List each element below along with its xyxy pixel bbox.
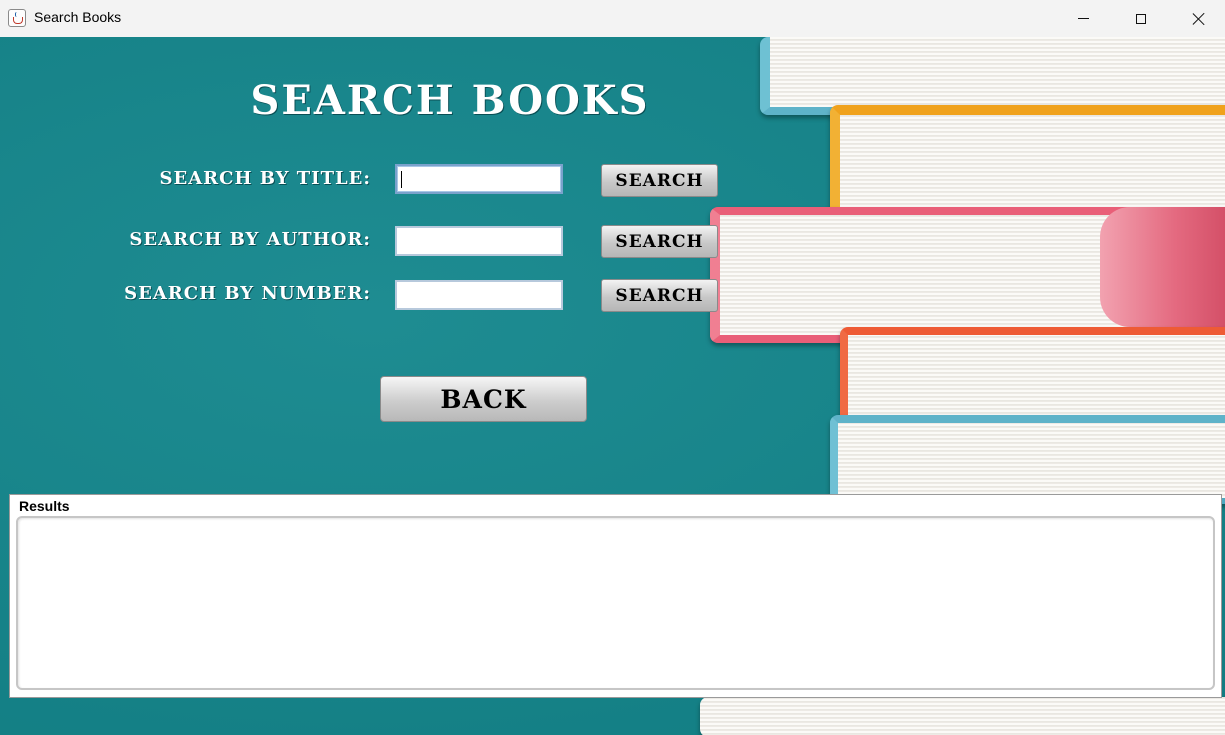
search-by-title-label: SEARCH BY TITLE:	[159, 168, 371, 189]
java-cup-icon[interactable]	[8, 9, 26, 27]
back-button[interactable]: BACK	[380, 376, 587, 422]
search-author-button[interactable]: SEARCH	[601, 225, 718, 258]
results-textarea[interactable]	[16, 516, 1215, 690]
search-author-input[interactable]	[395, 226, 563, 256]
search-panel: SEARCH BOOKS SEARCH BY TITLE: SEARCH SEA…	[0, 37, 1225, 735]
title-bar: Search Books	[0, 0, 1225, 37]
minimize-icon	[1077, 18, 1089, 19]
search-title-button[interactable]: SEARCH	[601, 164, 718, 197]
search-title-input[interactable]	[395, 164, 563, 194]
text-caret	[401, 171, 402, 188]
maximize-icon	[1136, 13, 1146, 24]
window-title: Search Books	[34, 9, 122, 25]
search-by-number-label: SEARCH BY NUMBER:	[124, 283, 371, 304]
search-number-button[interactable]: SEARCH	[601, 279, 718, 312]
page-title: SEARCH BOOKS	[250, 77, 650, 124]
results-title: Results	[19, 498, 70, 514]
search-by-author-label: SEARCH BY AUTHOR:	[129, 229, 371, 250]
results-panel: Results	[9, 494, 1222, 698]
maximize-button[interactable]	[1112, 0, 1170, 37]
close-icon	[1192, 12, 1206, 26]
search-number-input[interactable]	[395, 280, 563, 310]
minimize-button[interactable]	[1054, 0, 1112, 37]
close-button[interactable]	[1170, 0, 1225, 37]
